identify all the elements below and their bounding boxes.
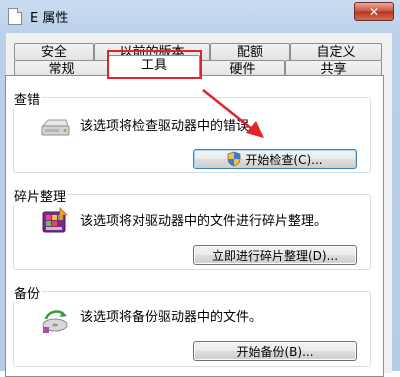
properties-window: E 属性 ✕ 安全 以前的版本 配额 自定义 常规 工具 硬件 共享 查错 该选…: [0, 0, 400, 377]
annotation-arrow: [202, 89, 264, 138]
